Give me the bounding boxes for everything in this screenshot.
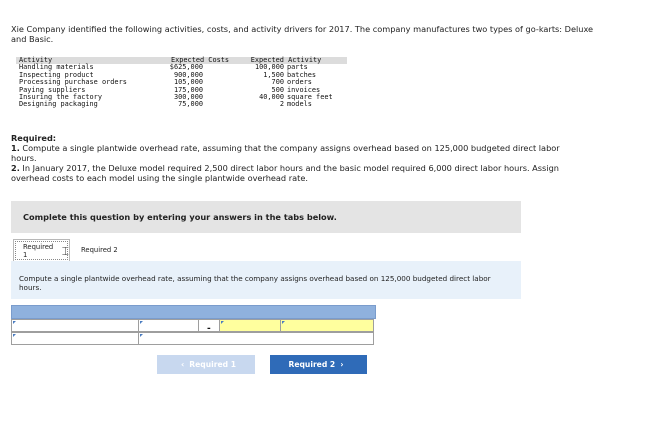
tab-required-1-label: Required 1: [23, 242, 54, 259]
required-item-1-number: 1.: [11, 143, 20, 153]
required-item-1: 1. Compute a single plantwide overhead r…: [11, 143, 576, 163]
answer-label-input-1[interactable]: [11, 319, 140, 332]
required-heading: Required:: [11, 133, 57, 143]
answer-value-input-3[interactable]: [138, 332, 374, 345]
required-section: Required: 1. Compute a single plantwide …: [11, 133, 576, 183]
required-item-2-number: 2.: [11, 163, 20, 173]
answer-value-input-1[interactable]: [138, 319, 199, 332]
tab-required-1[interactable]: Required 1 ⌶: [13, 239, 70, 262]
required-item-1-text: Compute a single plantwide overhead rate…: [11, 143, 560, 163]
instruction-banner: Complete this question by entering your …: [11, 201, 521, 233]
next-required-button[interactable]: Required 2 ›: [270, 355, 367, 374]
chevron-left-icon: ‹: [181, 360, 185, 369]
answer-label-input-2[interactable]: [219, 319, 282, 332]
answer-table-header: [11, 305, 376, 319]
question-panel: Compute a single plantwide overhead rate…: [11, 261, 521, 299]
answer-table: -: [11, 305, 376, 346]
row-qty: 2: [279, 100, 284, 109]
instruction-text: Complete this question by entering your …: [23, 212, 337, 222]
next-button-label: Required 2: [288, 360, 336, 369]
problem-intro: Xie Company identified the following act…: [11, 24, 594, 44]
tab-required-2-label: Required 2: [81, 245, 118, 254]
row-unit: models: [287, 100, 312, 109]
text-cursor-icon: ⌶: [61, 243, 69, 258]
required-item-2-text: In January 2017, the Deluxe model requir…: [11, 163, 559, 183]
activity-table: Activity Expected Costs Expected Activit…: [16, 56, 347, 113]
table-row: Designing packaging 75,000 2 models: [16, 100, 347, 109]
prev-required-button[interactable]: ‹ Required 1: [157, 355, 255, 374]
required-item-2: 2. In January 2017, the Deluxe model req…: [11, 163, 576, 183]
prev-button-label: Required 1: [189, 360, 236, 369]
row-cost: 75,000: [178, 100, 203, 109]
header-expected-activity: Expected Activity: [250, 56, 322, 64]
row-qty: 40,000: [259, 93, 284, 101]
tab-required-2[interactable]: Required 2: [78, 239, 126, 260]
question-text: Compute a single plantwide overhead rate…: [19, 274, 491, 292]
answer-label-input-3[interactable]: [11, 332, 140, 345]
chevron-right-icon: ›: [340, 360, 344, 369]
answer-value-input-2[interactable]: [280, 319, 374, 332]
row-activity: Designing packaging: [19, 100, 98, 109]
minus-operator: -: [207, 324, 211, 334]
